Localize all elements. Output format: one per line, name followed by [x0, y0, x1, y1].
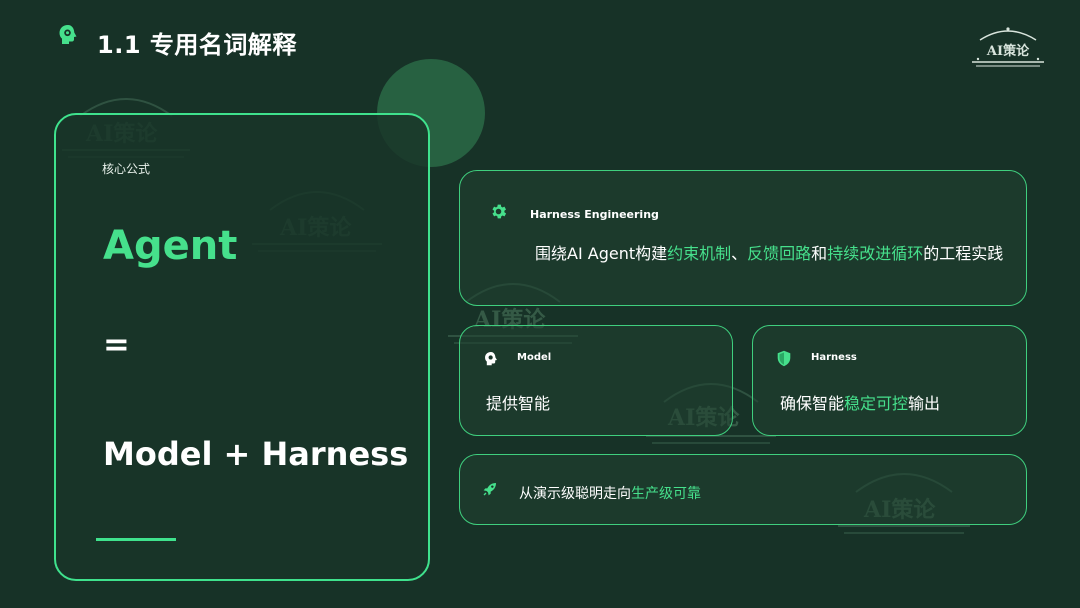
model-title: Model — [517, 352, 552, 363]
equals-sign: = — [103, 325, 130, 363]
production-description: 从演示级聪明走向生产级可靠 — [519, 486, 701, 502]
model-card — [459, 325, 733, 436]
page-title: 1.1 专用名词解释 — [97, 31, 297, 59]
brain-icon — [484, 351, 498, 367]
harness-engineering-card — [459, 170, 1027, 306]
shield-icon — [777, 350, 791, 367]
accent-underline — [96, 538, 176, 541]
harness-engineering-title: Harness Engineering — [530, 208, 659, 221]
gear-icon — [489, 202, 508, 221]
harness-title: Harness — [811, 352, 857, 363]
harness-description: 确保智能稳定可控输出 — [780, 394, 941, 413]
harness-engineering-description: 围绕AI Agent构建约束机制、反馈回路和持续改进循环的工程实践 — [535, 244, 1004, 263]
formula-expression: Model + Harness — [103, 435, 409, 473]
brand-logo-text: AI策论 — [986, 44, 1030, 59]
brain-gear-icon — [58, 24, 78, 46]
model-description: 提供智能 — [486, 394, 551, 413]
rocket-icon — [482, 481, 498, 497]
agent-term: Agent — [103, 223, 238, 269]
formula-label: 核心公式 — [102, 162, 151, 176]
harness-card — [752, 325, 1027, 436]
